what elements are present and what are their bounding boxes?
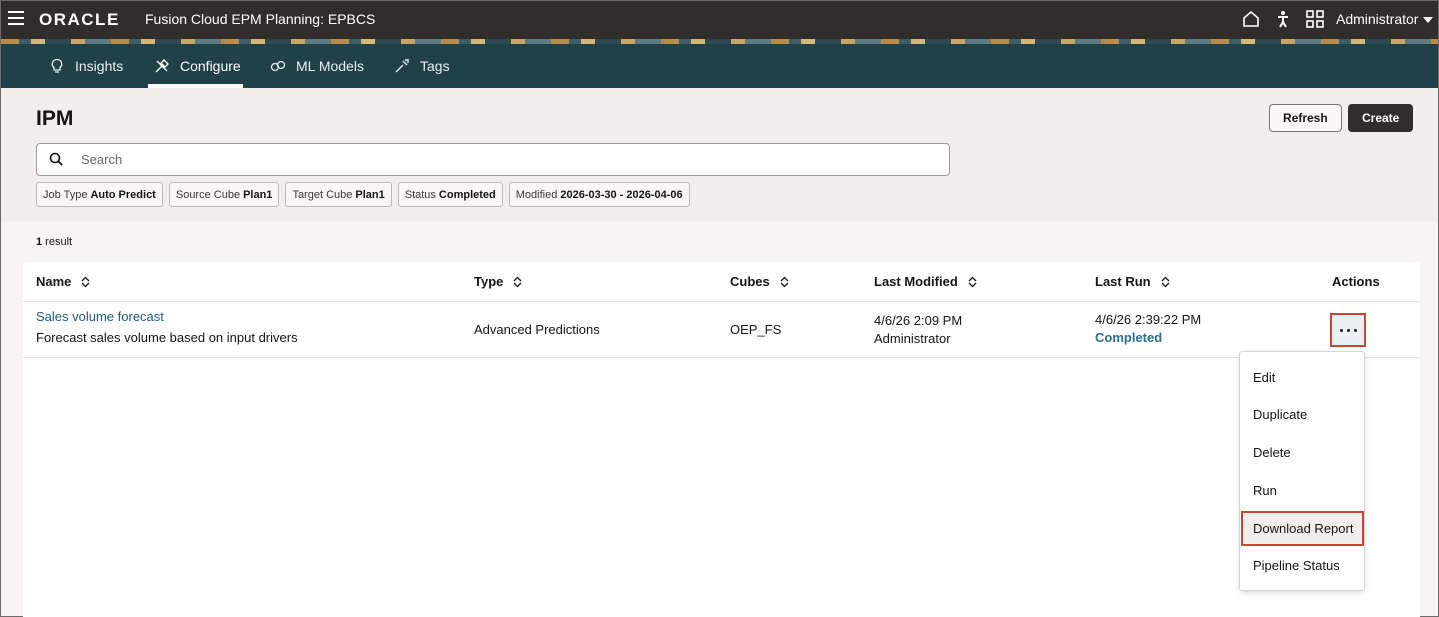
job-description: Forecast sales volume based on input dri… xyxy=(36,330,298,345)
lightbulb-icon xyxy=(51,58,63,73)
sort-icon xyxy=(1161,276,1170,287)
dot xyxy=(1339,328,1343,332)
hamburger-menu-icon[interactable] xyxy=(8,11,24,25)
actions-menu: Edit Duplicate Delete Run Download Repor… xyxy=(1239,351,1365,591)
tab-configure[interactable]: Configure xyxy=(148,44,243,88)
page-title: IPM xyxy=(36,107,74,130)
column-header-name[interactable]: Name xyxy=(36,274,90,289)
table-header: Name Type Cubes Last Modified Last Run A… xyxy=(23,262,1420,302)
user-menu[interactable]: Administrator xyxy=(1336,11,1434,27)
filter-chip-status[interactable]: Status Completed xyxy=(397,182,503,207)
filter-chips: Job Type Auto Predict Source Cube Plan1 Ta… xyxy=(36,182,690,207)
nav-tabs: Insights Configure ML Models Tags xyxy=(1,44,1438,88)
refresh-button[interactable]: Refresh xyxy=(1269,104,1342,132)
caret-down-icon xyxy=(1423,17,1434,24)
menu-item-pipeline-status[interactable]: Pipeline Status xyxy=(1253,558,1340,573)
sort-icon xyxy=(513,276,522,287)
results-count: 1 result xyxy=(36,236,73,248)
filter-chip-modified[interactable]: Modified 2026-03-30 - 2026-04-06 xyxy=(508,182,690,207)
tab-tags[interactable]: Tags xyxy=(394,44,450,88)
oracle-logo: ORACLE xyxy=(39,10,120,29)
column-header-type[interactable]: Type xyxy=(474,274,522,289)
tab-label: Configure xyxy=(180,58,241,74)
sort-icon xyxy=(968,276,977,287)
search-icon xyxy=(49,152,63,166)
name-cell: Sales volume forecast Forecast sales vol… xyxy=(36,308,298,347)
filter-chip-source-cube[interactable]: Source Cube Plan1 xyxy=(168,182,280,207)
menu-item-delete[interactable]: Delete xyxy=(1253,445,1291,460)
tab-insights[interactable]: Insights xyxy=(49,44,123,88)
dot xyxy=(1346,328,1350,332)
page-header: IPM Refresh Create Job TypeAuto Predict … xyxy=(1,88,1438,222)
tab-label: Insights xyxy=(75,58,124,74)
app-title: Fusion Cloud EPM Planning: EPBCS xyxy=(145,11,376,27)
column-header-actions: Actions xyxy=(1332,274,1380,289)
accessibility-icon[interactable] xyxy=(1273,9,1293,29)
filter-chip-target-cube[interactable]: Target Cube Plan1 xyxy=(285,182,392,207)
top-header: ORACLE Fusion Cloud EPM Planning: EPBCS … xyxy=(1,1,1438,39)
dot xyxy=(1353,328,1357,332)
menu-item-duplicate[interactable]: Duplicate xyxy=(1253,407,1307,422)
jobs-table: Name Type Cubes Last Modified Last Run A… xyxy=(23,262,1420,617)
last-run-cell: 4/6/26 2:39:22 PM Completed xyxy=(1095,311,1201,347)
table-row: Sales volume forecast Forecast sales vol… xyxy=(23,303,1420,358)
type-cell: Advanced Predictions xyxy=(474,322,600,337)
create-button[interactable]: Create xyxy=(1348,104,1414,132)
run-date: 4/6/26 2:39:22 PM xyxy=(1095,312,1202,327)
user-name: Administrator xyxy=(1336,11,1419,27)
modified-by: Administrator xyxy=(874,331,951,346)
home-icon[interactable] xyxy=(1241,9,1261,29)
menu-item-download-report[interactable]: Download Report xyxy=(1253,521,1353,536)
tools-icon xyxy=(155,59,169,73)
search-input[interactable] xyxy=(81,144,941,175)
column-header-last-run[interactable]: Last Run xyxy=(1095,274,1170,289)
tab-label: ML Models xyxy=(296,58,364,74)
menu-item-run[interactable]: Run xyxy=(1253,483,1277,498)
menu-item-edit[interactable]: Edit xyxy=(1253,370,1275,385)
column-header-last-modified[interactable]: Last Modified xyxy=(874,274,977,289)
search-box xyxy=(36,143,950,176)
tab-ml-models[interactable]: ML Models xyxy=(270,44,364,88)
cubes-cell: OEP_FS xyxy=(730,322,782,337)
job-name-link[interactable]: Sales volume forecast xyxy=(36,308,298,326)
run-status[interactable]: Completed xyxy=(1095,329,1201,347)
sort-icon xyxy=(81,276,90,287)
tab-label: Tags xyxy=(420,58,450,74)
more-actions-button[interactable] xyxy=(1330,313,1366,347)
apps-grid-icon[interactable] xyxy=(1305,9,1325,29)
modified-date: 4/6/26 2:09 PM xyxy=(874,313,963,328)
tags-icon xyxy=(395,59,409,73)
ml-models-icon xyxy=(270,60,286,72)
filter-chip-job-type[interactable]: Job Type Auto Predict xyxy=(36,182,163,207)
column-header-cubes[interactable]: Cubes xyxy=(730,274,789,289)
last-modified-cell: 4/6/26 2:09 PM Administrator xyxy=(874,312,962,348)
sort-icon xyxy=(780,276,789,287)
